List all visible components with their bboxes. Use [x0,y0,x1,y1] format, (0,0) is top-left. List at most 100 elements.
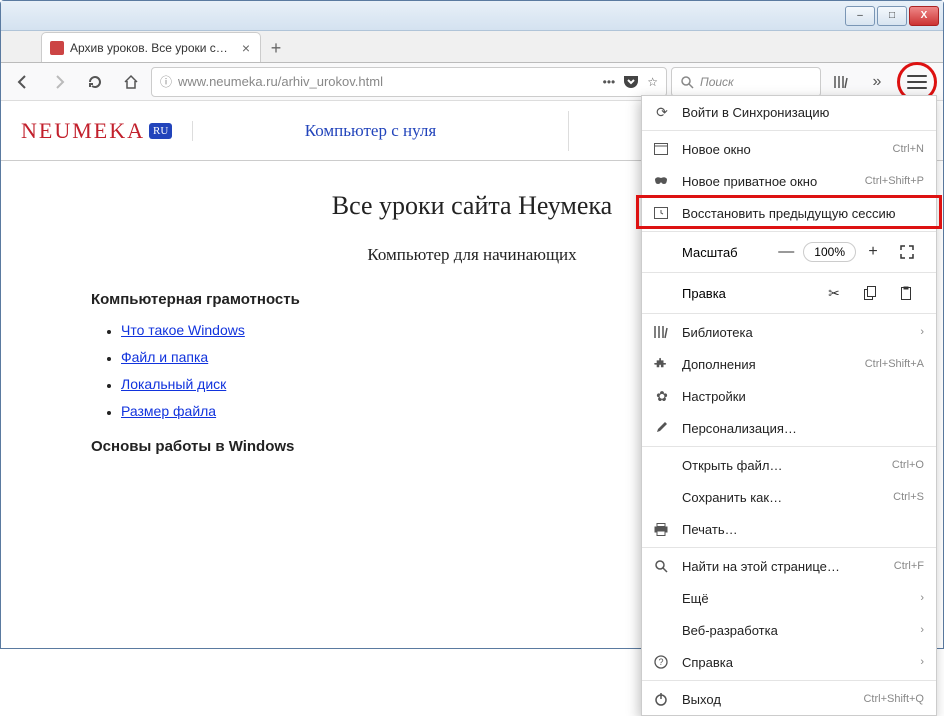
copy-button[interactable] [852,279,888,307]
menu-sync-label: Войти в Синхронизацию [682,105,924,120]
menu-new-window[interactable]: Новое окно Ctrl+N [642,133,936,165]
zoom-in-button[interactable]: + [856,238,890,266]
tab-strip: Архив уроков. Все уроки сайт × + [1,31,943,63]
menu-new-window-label: Новое окно [682,142,881,157]
menu-addons[interactable]: Дополнения Ctrl+Shift+A [642,348,936,380]
site-logo[interactable]: NEUMEKA RU [21,118,172,144]
menu-help-label: Справка [682,655,908,670]
new-tab-button[interactable]: + [261,34,291,62]
print-icon [654,523,670,536]
menu-save-as[interactable]: Сохранить как… Ctrl+S [642,481,936,513]
app-menu-popup: ⟳ Войти в Синхронизацию Новое окно Ctrl+… [641,95,937,716]
chevron-right-icon: › [920,592,924,604]
search-icon [654,559,670,573]
tab-close-button[interactable]: × [240,40,252,56]
menu-edit-row: Правка ✂ [642,275,936,311]
sync-icon: ⟳ [654,104,670,121]
search-placeholder: Поиск [700,75,734,89]
window-titlebar: – □ X [1,1,943,31]
forward-button[interactable] [43,66,75,98]
fullscreen-button[interactable] [890,238,924,266]
menu-restore-session[interactable]: Восстановить предыдущую сессию [642,197,936,229]
menu-separator [642,231,936,232]
menu-find[interactable]: Найти на этой странице… Ctrl+F [642,550,936,582]
restore-icon [654,207,670,219]
site-info-icon[interactable]: ⓘ [160,73,172,90]
menu-print[interactable]: Печать… [642,513,936,545]
lesson-link[interactable]: Файл и папка [121,349,208,365]
menu-new-private-window[interactable]: Новое приватное окно Ctrl+Shift+P [642,165,936,197]
svg-text:?: ? [658,657,663,667]
lesson-link[interactable]: Что такое Windows [121,322,245,338]
paste-button[interactable] [888,279,924,307]
chevron-right-icon: › [920,624,924,636]
menu-separator [642,272,936,273]
bookmark-star-button[interactable]: ☆ [647,75,658,89]
gear-icon: ✿ [654,388,670,405]
menu-settings[interactable]: ✿ Настройки [642,380,936,412]
menu-find-label: Найти на этой странице… [682,559,882,574]
brush-icon [654,421,670,435]
favicon-icon [50,41,64,55]
menu-find-shortcut: Ctrl+F [894,560,924,572]
zoom-out-button[interactable]: — [769,238,803,266]
reload-button[interactable] [79,66,111,98]
menu-new-private-label: Новое приватное окно [682,174,853,189]
back-button[interactable] [7,66,39,98]
menu-new-window-shortcut: Ctrl+N [893,143,924,155]
help-icon: ? [654,655,670,669]
overflow-button[interactable]: » [861,66,893,98]
window-maximize-button[interactable]: □ [877,6,907,26]
menu-help[interactable]: ? Справка › [642,646,936,678]
menu-customize-label: Персонализация… [682,421,924,436]
address-bar[interactable]: ⓘ www.neumeka.ru/arhiv_urokov.html ••• ☆ [151,67,667,97]
page-actions-button[interactable]: ••• [603,75,616,89]
menu-more[interactable]: Ещё › [642,582,936,614]
browser-tab[interactable]: Архив уроков. Все уроки сайт × [41,32,261,62]
menu-new-private-shortcut: Ctrl+Shift+P [865,175,924,187]
pocket-button[interactable] [623,75,639,89]
menu-edit-label: Правка [654,286,816,301]
menu-customize[interactable]: Персонализация… [642,412,936,444]
menu-separator [642,130,936,131]
nav-link-1[interactable]: Компьютер с нуля [205,121,535,141]
menu-web-developer[interactable]: Веб-разработка › [642,614,936,646]
menu-save-as-shortcut: Ctrl+S [893,491,924,503]
menu-open-file-label: Открыть файл… [682,458,880,473]
menu-more-label: Ещё [682,591,908,606]
lesson-link[interactable]: Размер файла [121,403,216,419]
window-close-button[interactable]: X [909,6,939,26]
home-button[interactable] [115,66,147,98]
logo-badge: RU [149,123,172,139]
app-menu-button[interactable] [907,75,927,89]
menu-separator [642,313,936,314]
lesson-link[interactable]: Локальный диск [121,376,226,392]
zoom-percent: 100% [803,242,856,262]
menu-sync[interactable]: ⟳ Войти в Синхронизацию [642,96,936,128]
search-bar[interactable]: Поиск [671,67,821,97]
search-icon [680,75,694,89]
menu-separator [642,446,936,447]
logo-text: NEUMEKA [21,118,145,144]
power-icon [654,692,670,706]
tab-title: Архив уроков. Все уроки сайт [70,41,234,55]
menu-exit-label: Выход [682,692,851,707]
menu-addons-shortcut: Ctrl+Shift+A [865,358,924,370]
chevron-right-icon: › [920,326,924,338]
menu-webdev-label: Веб-разработка [682,623,908,638]
menu-exit[interactable]: Выход Ctrl+Shift+Q [642,683,936,715]
menu-separator [642,680,936,681]
menu-zoom-label: Масштаб [654,245,769,260]
window-minimize-button[interactable]: – [845,6,875,26]
menu-settings-label: Настройки [682,389,924,404]
cut-button[interactable]: ✂ [816,279,852,307]
menu-print-label: Печать… [682,522,924,537]
menu-addons-label: Дополнения [682,357,853,372]
menu-open-file[interactable]: Открыть файл… Ctrl+O [642,449,936,481]
menu-separator [642,547,936,548]
mask-icon [654,176,670,186]
menu-zoom-row: Масштаб — 100% + [642,234,936,270]
menu-library-label: Библиотека [682,325,908,340]
menu-library[interactable]: Библиотека › [642,316,936,348]
library-button[interactable] [825,66,857,98]
